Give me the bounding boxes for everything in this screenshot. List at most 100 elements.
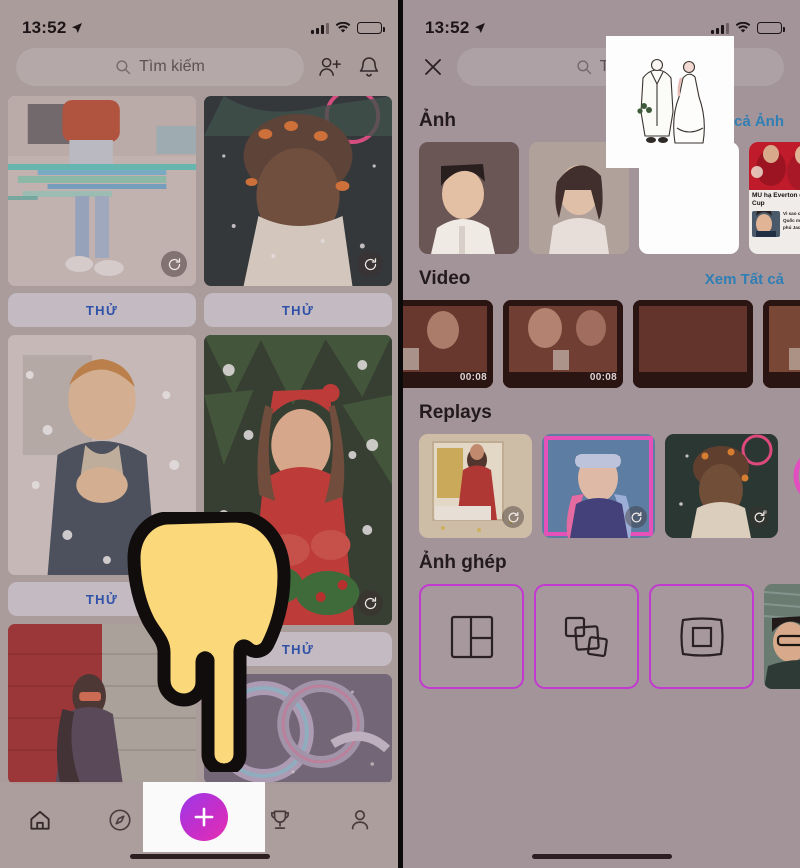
layout-grid-icon xyxy=(450,615,493,658)
feed-thumbnail[interactable] xyxy=(204,96,392,286)
section-header-photos: Ảnh Tất cả Ảnh xyxy=(403,96,800,142)
replay-icon[interactable] xyxy=(161,251,187,277)
status-time-left: 13:52 xyxy=(22,18,83,38)
try-button-label: THỬ xyxy=(85,302,119,318)
video-thumbnail[interactable]: 00:08 xyxy=(503,300,623,388)
collage-photo-thumbnail[interactable] xyxy=(764,584,800,689)
search-icon xyxy=(116,60,131,75)
status-time-right: 13:52 xyxy=(425,18,486,38)
create-button[interactable] xyxy=(180,793,228,841)
create-button-highlight xyxy=(143,782,265,852)
search-input-left[interactable]: Tìm kiếm xyxy=(16,48,304,86)
thumbnail-art xyxy=(633,300,753,388)
replay-red-dress[interactable] xyxy=(419,434,532,538)
feed-card-winter-man[interactable]: THỬ xyxy=(8,335,196,784)
thumbnail-art xyxy=(204,674,392,784)
try-button[interactable]: THỬ xyxy=(8,293,196,327)
thumbnail-art xyxy=(419,142,519,254)
replay-icon[interactable] xyxy=(502,506,524,528)
collage-carousel[interactable] xyxy=(403,584,800,689)
feed-thumbnail[interactable] xyxy=(8,96,196,286)
feed-thumbnail-red-wall[interactable] xyxy=(8,624,196,784)
selected-photo-highlight[interactable] xyxy=(606,36,734,168)
replay-night-glow[interactable] xyxy=(665,434,778,538)
collage-stack-option[interactable] xyxy=(534,584,639,689)
picture-frame-icon xyxy=(679,616,724,657)
feed-card-butterfly-night[interactable]: THỬ xyxy=(204,96,392,327)
replay-icon[interactable] xyxy=(357,251,383,277)
news-sub-image xyxy=(752,211,780,238)
video-thumbnail[interactable]: 00:08 xyxy=(403,300,493,388)
status-indicators-right xyxy=(711,22,785,34)
status-time-text: 13:52 xyxy=(22,18,67,37)
right-phone-panel: 13:52 Ảnh Tất cả Ảnh MU hạ Everton Cup V… xyxy=(400,0,800,868)
battery-icon xyxy=(757,22,785,34)
search-icon xyxy=(577,60,591,75)
section-title-photos: Ảnh xyxy=(419,110,456,131)
try-button-label: THỬ xyxy=(281,641,315,657)
section-header-video: Video Xem Tất cả xyxy=(403,254,800,300)
photo-man-portrait[interactable] xyxy=(419,142,519,254)
section-link-video[interactable]: Xem Tất cả xyxy=(705,271,784,288)
video-duration: 00:08 xyxy=(589,372,617,383)
collage-grid-option[interactable] xyxy=(419,584,524,689)
left-phone-panel: 13:52 Tìm kiếm THỬ THỬ THỬ THỬ xyxy=(0,0,400,868)
section-header-collage: Ảnh ghép xyxy=(403,538,800,584)
photos-carousel[interactable]: MU hạ Everton để vào League Cup Vì sao c… xyxy=(403,142,800,254)
try-button-label: THỬ xyxy=(85,591,119,607)
thumbnail-art xyxy=(8,335,196,575)
status-bar-right: 13:52 xyxy=(403,0,800,46)
try-button-label: THỬ xyxy=(281,302,315,318)
replays-carousel[interactable] xyxy=(403,434,800,538)
replay-beanie-girl[interactable] xyxy=(542,434,655,538)
replay-icon[interactable] xyxy=(161,540,187,566)
close-icon[interactable] xyxy=(419,53,447,81)
news-title: MU hạ Everton để vào League Cup xyxy=(752,192,800,208)
thumbnail-art xyxy=(764,584,800,689)
wifi-icon xyxy=(335,22,351,33)
feed-thumbnail-holographic[interactable] xyxy=(204,674,392,784)
news-sub-text: Vì sao chính quyền Trung Quốc mất kiên n… xyxy=(783,211,800,230)
replay-icon[interactable] xyxy=(357,590,383,616)
tab-profile[interactable] xyxy=(320,796,400,844)
status-indicators-left xyxy=(311,22,385,34)
tab-home[interactable] xyxy=(0,796,80,844)
replay-icon[interactable] xyxy=(625,506,647,528)
try-button[interactable]: THỬ xyxy=(8,582,196,616)
battery-icon xyxy=(357,22,385,34)
location-arrow-icon xyxy=(475,23,486,33)
layered-cards-icon xyxy=(564,616,608,657)
try-button[interactable]: THỬ xyxy=(204,293,392,327)
photo-news-article[interactable]: MU hạ Everton để vào League Cup Vì sao c… xyxy=(749,142,800,254)
feed-card-christmas-woman[interactable]: THỬ xyxy=(204,335,392,784)
thumbnail-art xyxy=(763,300,800,388)
search-row-left: Tìm kiếm xyxy=(0,46,400,96)
feed-card-glitch-street[interactable]: THỬ xyxy=(8,96,196,327)
thumbnail-art xyxy=(788,434,800,538)
feed-thumbnail[interactable] xyxy=(8,335,196,575)
location-arrow-icon xyxy=(72,23,83,33)
feed-row: THỬ THỬ xyxy=(8,335,392,784)
news-subitem: Vì sao chính quyền Trung Quốc mất kiên n… xyxy=(749,208,800,240)
search-row-right: Tìm kiếm xyxy=(403,46,800,96)
compass-icon xyxy=(109,809,131,831)
wifi-icon xyxy=(735,22,751,33)
video-thumbnail[interactable]: 00:11 xyxy=(763,300,800,388)
video-carousel[interactable]: 00:08 00:08 xyxy=(403,300,800,388)
dual-phone-screenshot: 13:52 Tìm kiếm THỬ THỬ THỬ THỬ 13:52 Ảnh… xyxy=(0,0,800,868)
bell-icon[interactable] xyxy=(354,52,384,82)
panel-divider xyxy=(398,0,402,868)
thumbnail-art xyxy=(8,624,196,784)
collage-frame-option[interactable] xyxy=(649,584,754,689)
try-button[interactable]: THỬ xyxy=(204,632,392,666)
video-thumbnail[interactable] xyxy=(633,300,753,388)
feed-grid: THỬ THỬ THỬ THỬ xyxy=(0,96,400,784)
plus-icon xyxy=(194,807,214,827)
feed-thumbnail[interactable] xyxy=(204,335,392,625)
status-time-text: 13:52 xyxy=(425,18,470,37)
replay-neon-lips[interactable] xyxy=(788,434,800,538)
search-placeholder-left: Tìm kiếm xyxy=(139,58,205,75)
replay-icon[interactable] xyxy=(748,506,770,528)
add-friend-icon[interactable] xyxy=(314,52,344,82)
home-icon xyxy=(30,810,50,830)
